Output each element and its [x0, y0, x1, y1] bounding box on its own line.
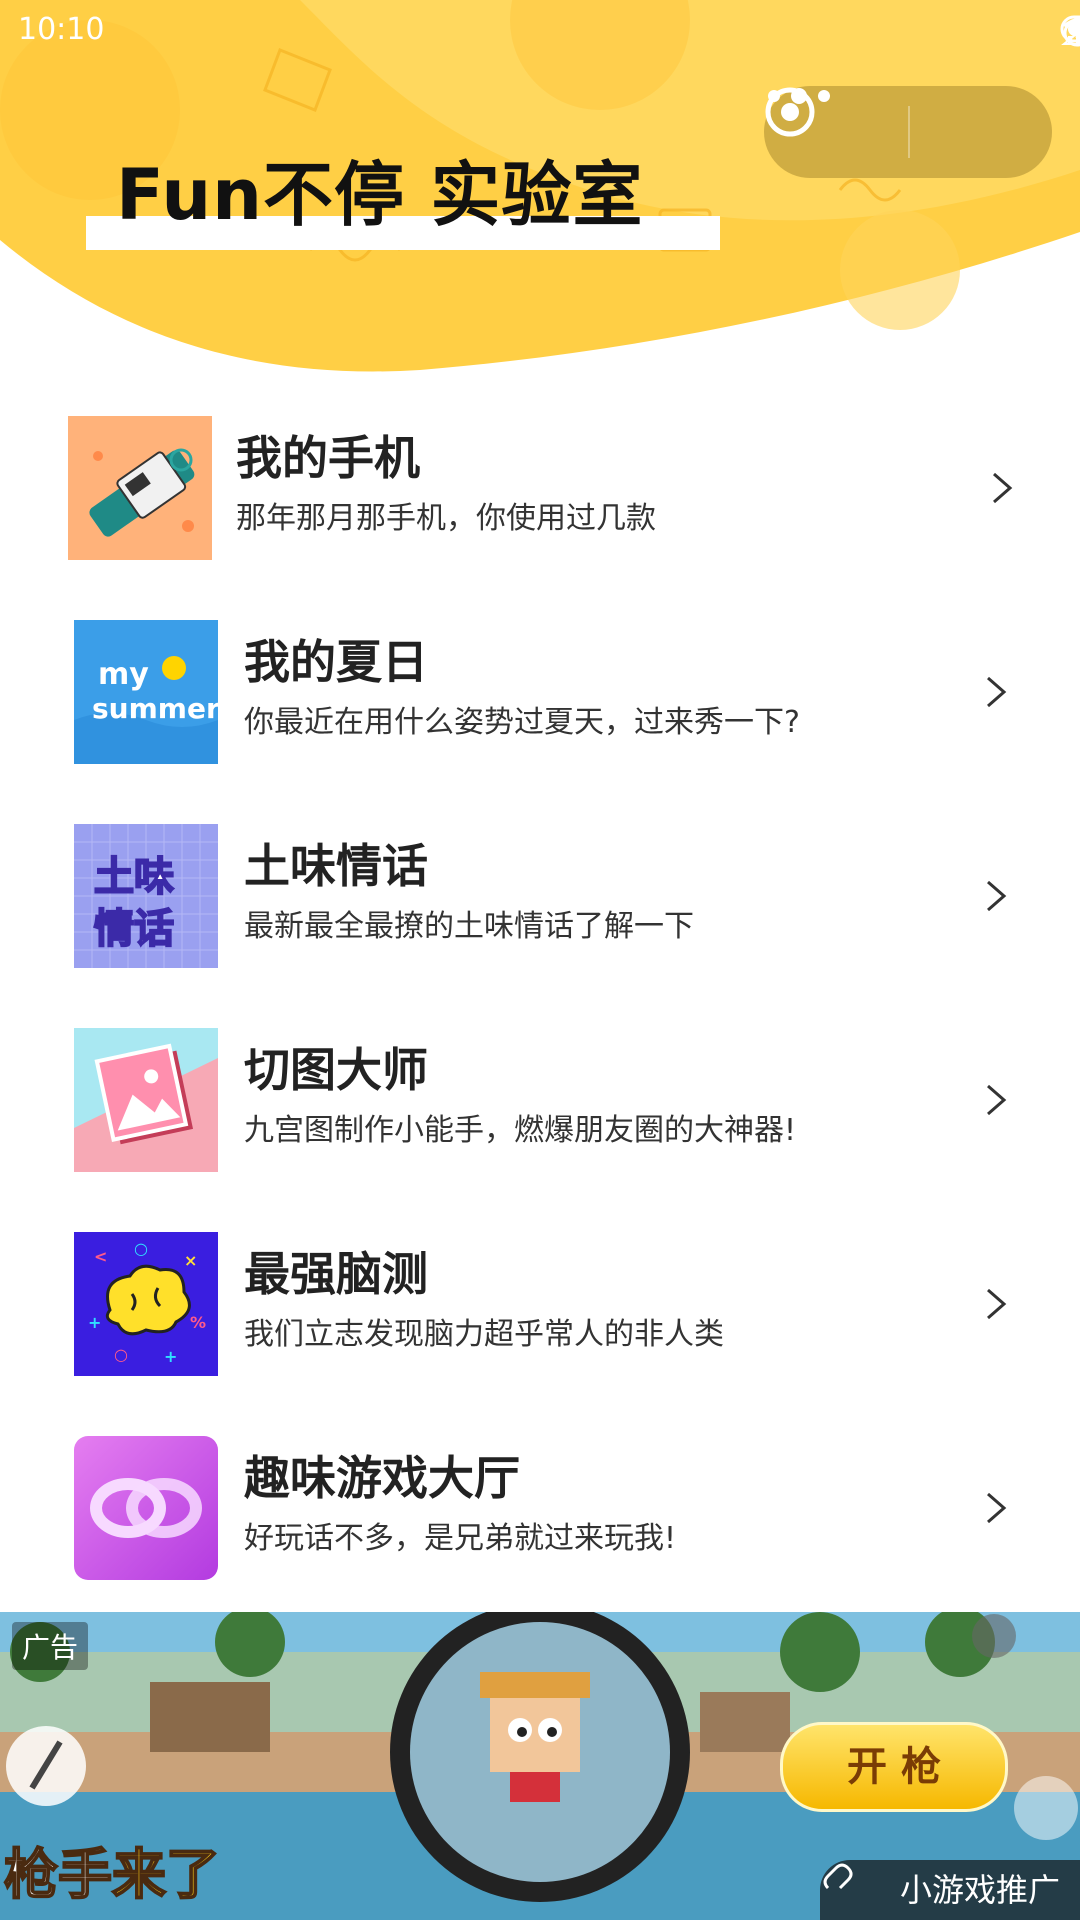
svg-text:%: % [190, 1313, 206, 1332]
mini-program-capsule [764, 86, 1052, 178]
ad-fire-button[interactable]: 开 枪 [780, 1722, 1008, 1812]
ad-tag: 广告 [12, 1622, 89, 1670]
thumb-label-1: 土味 [94, 854, 174, 900]
item-description: 好玩话不多，是兄弟就过来玩我! [244, 1521, 677, 1556]
ad-title-part1: 枪手 [3, 1842, 113, 1907]
svg-text:<: < [94, 1247, 107, 1266]
chevron-right-icon [987, 1288, 1007, 1320]
item-title: 最强脑测 [244, 1247, 428, 1301]
love-words-thumbnail: 土味 情话 [74, 824, 218, 968]
thumb-label-2: summer [92, 692, 218, 725]
thumb-label-1: my [98, 657, 149, 692]
list-item[interactable]: my summer 我的夏日 你最近在用什么姿势过夏天，过来秀一下? [0, 604, 1080, 808]
mini-program-icon [823, 1863, 853, 1890]
chevron-right-icon [987, 880, 1007, 912]
page-title: Fun不停 实验室 [116, 154, 644, 236]
rings-thumbnail [74, 1436, 218, 1580]
ad-title-part2: 来了 [111, 1842, 221, 1907]
title-block: Fun不停 实验室 [86, 150, 720, 250]
mini-game-promo[interactable]: 小游戏推广 [819, 1860, 1080, 1920]
battery-icon [1060, 15, 1080, 43]
svg-text:×: × [184, 1251, 197, 1270]
ad-title: 枪手来了 [3, 1830, 221, 1909]
feature-list: 我的手机 那年那月那手机，你使用过几款 my summer 我的夏日 你最近在用… [0, 400, 1080, 1624]
image-frame-thumbnail [74, 1028, 218, 1172]
ad-banner[interactable]: 广告 枪手来了 开 枪 小游戏推广 [0, 1612, 1080, 1920]
summer-thumbnail: my summer [74, 620, 218, 764]
item-description: 你最近在用什么姿势过夏天，过来秀一下? [244, 705, 800, 740]
chevron-right-icon [987, 1492, 1007, 1524]
list-item[interactable]: 趣味游戏大厅 好玩话不多，是兄弟就过来玩我! [0, 1420, 1080, 1624]
svg-text:+: + [164, 1347, 177, 1366]
promo-label: 小游戏推广 [899, 1871, 1060, 1909]
svg-text:○: ○ [114, 1345, 128, 1364]
chevron-right-icon [987, 676, 1007, 708]
item-description: 九宫图制作小能手，燃爆朋友圈的大神器! [244, 1113, 797, 1148]
item-title: 我的夏日 [244, 635, 428, 689]
svg-text:○: ○ [134, 1239, 148, 1258]
list-item[interactable]: 我的手机 那年那月那手机，你使用过几款 [0, 400, 1080, 604]
thumb-label-2: 情话 [94, 906, 174, 952]
list-item[interactable]: 切图大师 九宫图制作小能手，燃爆朋友圈的大神器! [0, 1012, 1080, 1216]
chevron-right-icon [987, 1084, 1007, 1116]
status-bar: 10:10 [0, 0, 1080, 60]
status-time: 10:10 [18, 12, 105, 47]
item-title: 我的手机 [236, 431, 420, 485]
list-item[interactable]: < ○ × + % ○ + 最强脑测 我们立志发现脑力超乎常人的非人类 [0, 1216, 1080, 1420]
item-title: 趣味游戏大厅 [244, 1451, 520, 1505]
brain-thumbnail: < ○ × + % ○ + [74, 1232, 218, 1376]
phone-thumbnail [68, 416, 212, 560]
header: 10:10 Fun不停 实验室 [0, 0, 1080, 380]
chevron-right-icon [993, 472, 1013, 504]
target-circle-icon [765, 87, 815, 137]
close-button[interactable] [765, 86, 1052, 178]
item-description: 我们立志发现脑力超乎常人的非人类 [244, 1317, 724, 1352]
item-description: 最新最全最撩的土味情话了解一下 [244, 909, 694, 944]
item-title: 土味情话 [244, 839, 428, 893]
list-item[interactable]: 土味 情话 土味情话 最新最全最撩的土味情话了解一下 [0, 808, 1080, 1012]
item-title: 切图大师 [244, 1043, 428, 1097]
svg-text:+: + [88, 1313, 101, 1332]
item-description: 那年那月那手机，你使用过几款 [236, 501, 656, 536]
